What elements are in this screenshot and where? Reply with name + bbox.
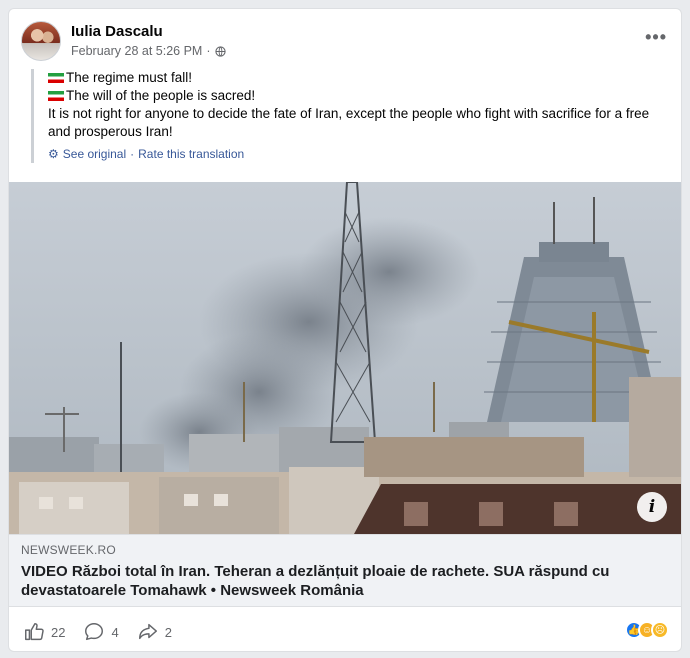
post-line-3: It is not right for anyone to decide the… xyxy=(48,106,650,139)
city-smoke-photo xyxy=(9,181,681,534)
globe-icon xyxy=(214,45,226,57)
like-count: 22 xyxy=(51,624,66,640)
post-text: The regime must fall! The will of the pe… xyxy=(31,69,661,163)
iran-flag-icon xyxy=(48,91,64,101)
like-icon xyxy=(25,623,44,641)
post-card: Iulia Dascalu February 28 at 5:26 PM · •… xyxy=(8,8,682,652)
share-button[interactable]: 2 xyxy=(137,621,172,643)
link-preview-image[interactable]: i xyxy=(9,181,681,534)
comment-icon xyxy=(85,623,104,641)
link-headline[interactable]: VIDEO Război total în Iran. Teheran a de… xyxy=(21,562,669,600)
link-preview[interactable]: NEWSWEEK.RO VIDEO Război total în Iran. … xyxy=(9,534,681,607)
post-header: Iulia Dascalu February 28 at 5:26 PM · •… xyxy=(21,21,671,67)
comment-button[interactable]: 4 xyxy=(83,621,119,643)
rate-translation-link[interactable]: Rate this translation xyxy=(138,145,244,163)
sad-reaction-icon: ☹ xyxy=(651,621,669,639)
translate-separator: · xyxy=(130,147,135,161)
post-line-2: The will of the people is sacred! xyxy=(48,87,661,105)
timestamp[interactable]: February 28 at 5:26 PM xyxy=(71,44,202,58)
more-options-icon[interactable]: ••• xyxy=(645,27,667,48)
share-icon xyxy=(138,623,157,640)
avatar[interactable] xyxy=(21,21,61,61)
post-meta: February 28 at 5:26 PM · xyxy=(71,44,226,58)
link-domain: NEWSWEEK.RO xyxy=(21,543,116,557)
like-button[interactable]: 22 xyxy=(23,621,65,643)
post-line-1: The regime must fall! xyxy=(48,69,661,87)
author-name[interactable]: Iulia Dascalu xyxy=(71,23,163,40)
meta-separator: · xyxy=(206,44,211,58)
share-count: 2 xyxy=(164,624,172,640)
gear-icon: ⚙ xyxy=(48,147,59,161)
info-icon[interactable]: i xyxy=(637,492,667,522)
comment-count: 4 xyxy=(111,624,119,640)
see-original-link[interactable]: See original xyxy=(63,145,126,163)
engagement-bar: 22 4 2 xyxy=(23,621,172,643)
iran-flag-icon xyxy=(48,73,64,83)
reaction-summary[interactable]: 👍 ☺ ☹ xyxy=(625,621,669,639)
translation-bar: ⚙ See original · Rate this translation xyxy=(48,145,661,163)
